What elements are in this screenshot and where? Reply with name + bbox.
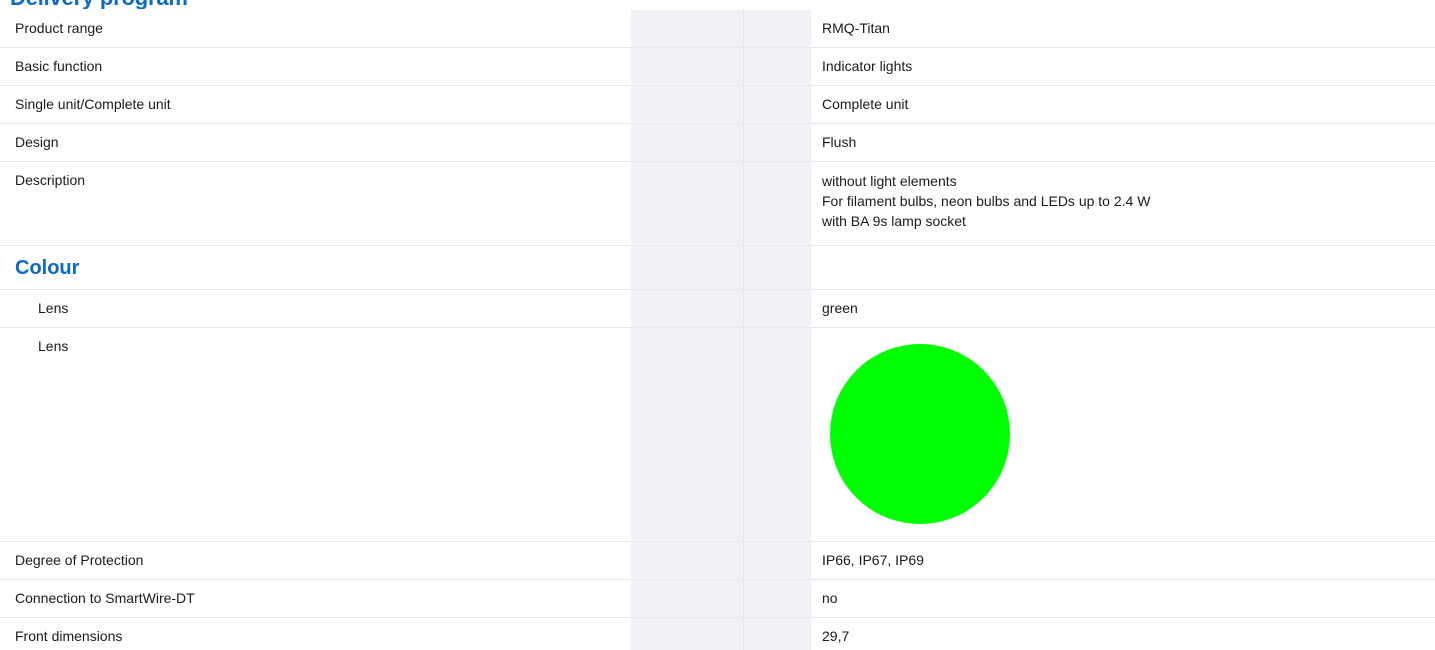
label-front-dimensions: Front dimensions	[15, 628, 123, 644]
row-lens-colour: Lens green	[0, 290, 1435, 328]
row-degree-of-protection: Degree of Protection IP66, IP67, IP69	[0, 542, 1435, 580]
row-lens-swatch: Lens	[0, 328, 1435, 542]
value-lens-colour: green	[822, 300, 858, 316]
value-description: without light elements For filament bulb…	[822, 171, 1150, 231]
value-front-dimensions: 29,7	[822, 628, 850, 644]
description-line: without light elements	[822, 173, 957, 189]
row-design: Design Flush	[0, 124, 1435, 162]
label-degree-of-protection: Degree of Protection	[15, 552, 144, 568]
row-product-range: Product range RMQ-Titan	[0, 10, 1435, 48]
value-degree-of-protection: IP66, IP67, IP69	[822, 552, 924, 568]
lens-colour-swatch	[830, 344, 1010, 524]
description-line: with BA 9s lamp socket	[822, 213, 966, 229]
value-product-range: RMQ-Titan	[822, 20, 890, 36]
product-spec-page: Delivery program Product range RMQ-Titan…	[0, 0, 1435, 650]
value-design: Flush	[822, 134, 857, 150]
label-product-range: Product range	[15, 20, 103, 36]
label-lens-swatch: Lens	[38, 338, 69, 354]
label-design: Design	[15, 134, 59, 150]
value-smartwire-connection: no	[822, 590, 838, 606]
section-title-colour: Colour	[15, 257, 80, 279]
spec-table: Product range RMQ-Titan Basic function I…	[0, 10, 1435, 650]
label-description: Description	[15, 172, 86, 188]
row-smartwire-connection: Connection to SmartWire-DT no	[0, 580, 1435, 618]
label-basic-function: Basic function	[15, 58, 103, 74]
section-heading-delivery-program: Delivery program	[10, 0, 188, 9]
label-single-complete-unit: Single unit/Complete unit	[15, 96, 171, 112]
row-front-dimensions: Front dimensions 29,7	[0, 618, 1435, 650]
label-lens: Lens	[38, 300, 69, 316]
value-basic-function: Indicator lights	[822, 58, 913, 74]
row-colour-section: Colour	[0, 246, 1435, 290]
label-smartwire-connection: Connection to SmartWire-DT	[15, 590, 195, 606]
row-single-complete-unit: Single unit/Complete unit Complete unit	[0, 86, 1435, 124]
value-single-complete-unit: Complete unit	[822, 96, 909, 112]
description-line: For filament bulbs, neon bulbs and LEDs …	[822, 193, 1151, 209]
row-basic-function: Basic function Indicator lights	[0, 48, 1435, 86]
row-description: Description without light elements For f…	[0, 162, 1435, 246]
